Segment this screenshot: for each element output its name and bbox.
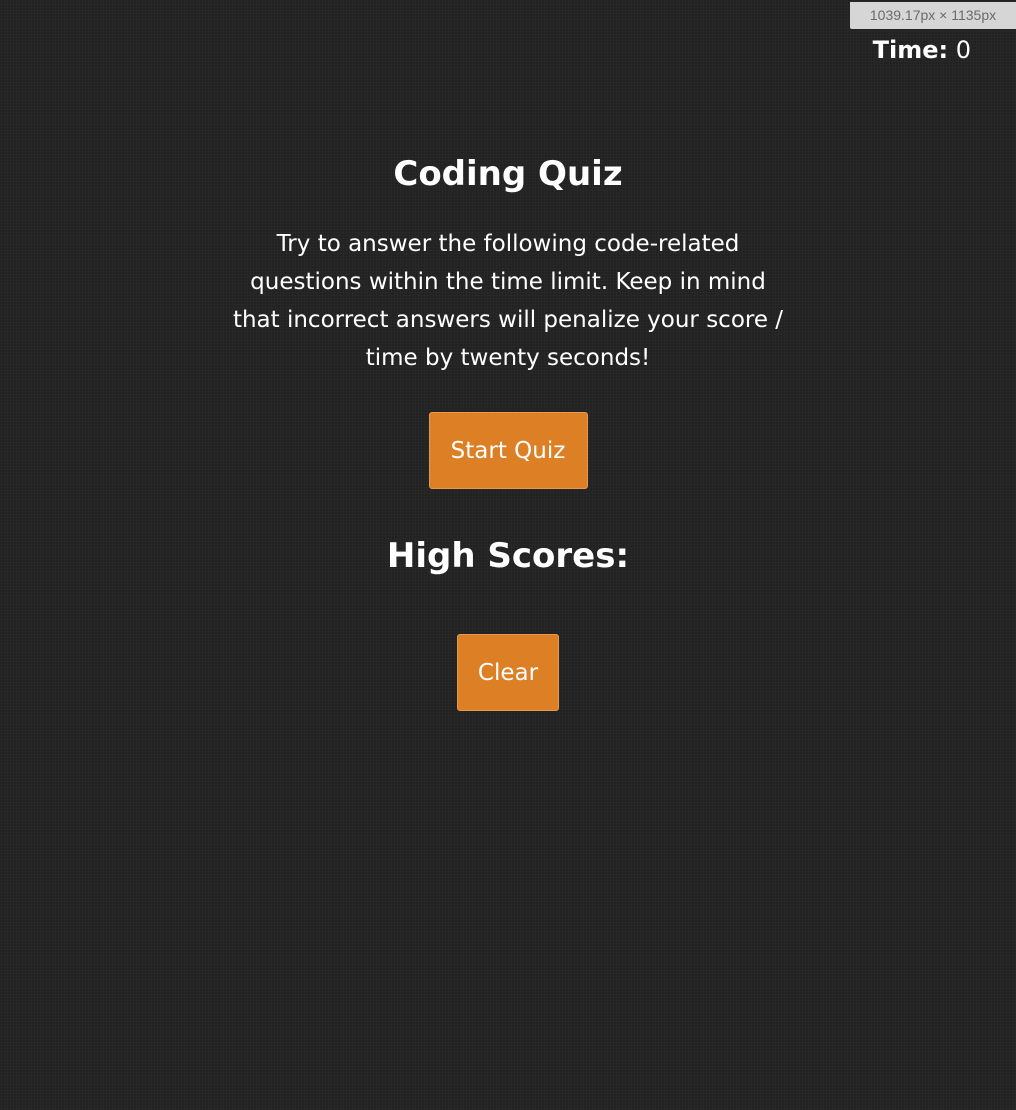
timer-label: Time:: [872, 36, 949, 64]
quiz-container: Coding Quiz Try to answer the following …: [0, 150, 1016, 711]
quiz-instructions: Try to answer the following code-related…: [232, 231, 784, 371]
high-scores-list: [0, 580, 1016, 610]
high-scores-title: High Scores:: [386, 536, 630, 576]
dimensions-badge: 1039.17px × 1135px: [850, 2, 1016, 29]
start-quiz-button[interactable]: Start Quiz: [428, 412, 588, 489]
timer-display: Time: 0: [873, 33, 971, 67]
page-title: Coding Quiz: [393, 154, 623, 194]
clear-scores-button[interactable]: Clear: [457, 634, 559, 711]
timer-value: 0: [955, 36, 971, 64]
